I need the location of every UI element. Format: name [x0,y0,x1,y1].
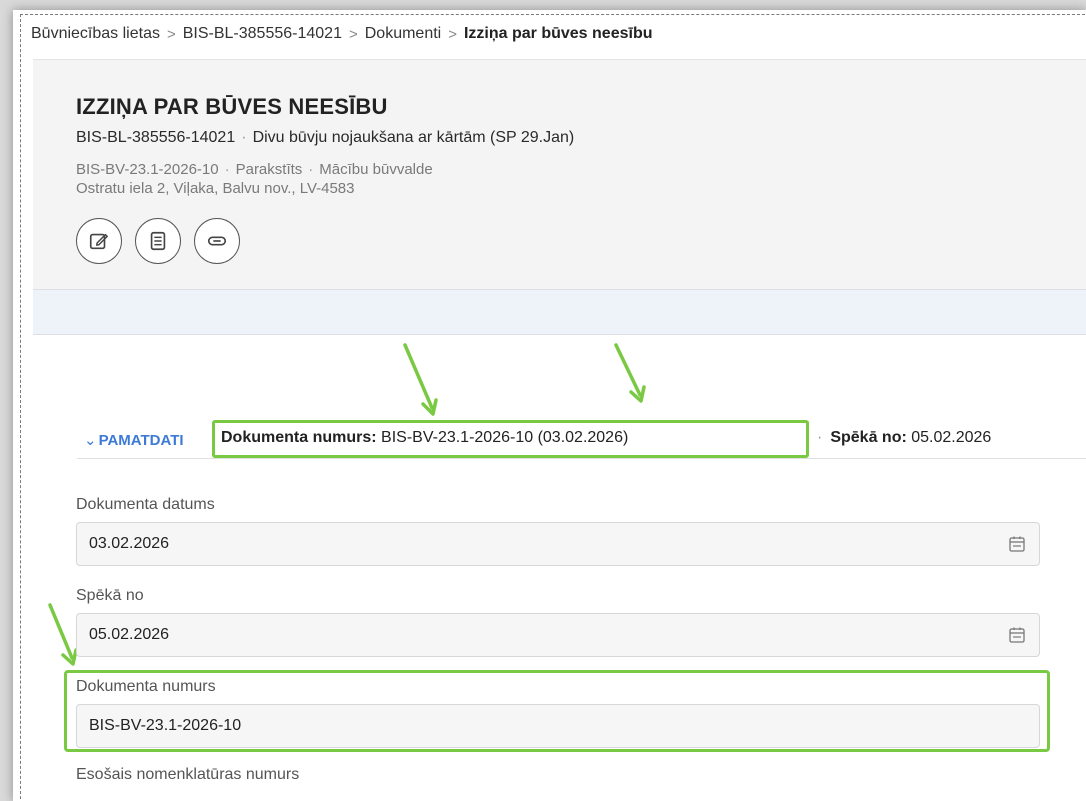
document-meta-line: BIS-BV-23.1-2026-10 · Parakstīts · Mācību bū… [76,161,433,178]
breadcrumb-separator: > [166,25,176,43]
breadcrumb: Būvniecības lietas > BIS-BL-385556-14021… [31,25,652,43]
summary-label: Dokumenta numurs: [221,429,377,446]
separator-dot: · [817,429,823,446]
separator-dot: · [224,161,230,178]
case-id: BIS-BL-385556-14021 [76,129,236,146]
edit-button[interactable] [76,218,122,264]
effective-label: Spēkā no: [830,429,907,446]
breadcrumb-separator: > [448,25,457,43]
document-date-field[interactable]: 03.02.2026 [76,522,1040,566]
address-line: Ostratu iela 2, Viļaka, Balvu nov., LV-4… [76,180,355,197]
document-id: BIS-BV-23.1-2026-10 [76,161,219,178]
link-icon [207,236,227,246]
action-buttons [76,218,240,264]
effective-from-label: Spēkā no [76,587,144,604]
annotation-arrow [614,343,646,403]
breadcrumb-item-documents[interactable]: Dokumenti [365,25,441,43]
calendar-icon[interactable] [1007,534,1027,554]
summary-value: BIS-BV-23.1-2026-10 (03.02.2026) [381,429,629,446]
tab-band [33,289,1086,335]
breadcrumb-item-case[interactable]: BIS-BL-385556-14021 [183,25,342,43]
summary-effective-date: · Spēkā no: 05.02.2026 [817,429,991,447]
document-icon [150,231,166,251]
document-button[interactable] [135,218,181,264]
case-info-line: BIS-BL-385556-14021 · Divu būvju nojaukšan… [76,129,574,147]
summary-document-number: Dokumenta numurs: BIS-BV-23.1-2026-10 (0… [221,429,628,447]
annotation-arrow [403,343,438,416]
link-button[interactable] [194,218,240,264]
nomenclature-number-label: Esošais nomenklatūras numurs [76,766,300,783]
page-title: IZZIŅA PAR BŪVES NEESĪBU [76,94,388,119]
effective-from-field[interactable]: 05.02.2026 [76,613,1040,657]
breadcrumb-separator: > [348,25,358,43]
breadcrumb-current: Izziņa par būves neesību [463,25,653,42]
document-number-value: BIS-BV-23.1-2026-10 [89,717,242,734]
effective-from-value: 05.02.2026 [89,626,170,643]
section-toggle[interactable]: ⌄ PAMATDATI [84,431,184,449]
effective-value: 05.02.2026 [911,429,992,446]
document-number-label: Dokumenta numurs [76,678,216,695]
section-basic-data: ⌄ PAMATDATI Dokumenta numurs: BIS-BV-23.1… [77,420,1086,459]
case-name: Divu būvju nojaukšana ar kārtām (SP 29.J… [252,129,575,146]
separator-dot: · [308,161,314,178]
document-date-value: 03.02.2026 [89,535,170,552]
document-status: Parakstīts [235,161,303,178]
calendar-icon[interactable] [1007,625,1027,645]
section-title: PAMATDATI [98,432,184,449]
edit-icon [89,233,108,250]
chevron-down-icon: ⌄ [84,432,97,449]
separator-dot: · [241,129,247,146]
breadcrumb-item-cases[interactable]: Būvniecības lietas [31,25,160,43]
document-number-field[interactable]: BIS-BV-23.1-2026-10 [76,704,1040,748]
document-date-label: Dokumenta datums [76,496,215,513]
authority-name: Mācību būvvalde [319,161,433,178]
